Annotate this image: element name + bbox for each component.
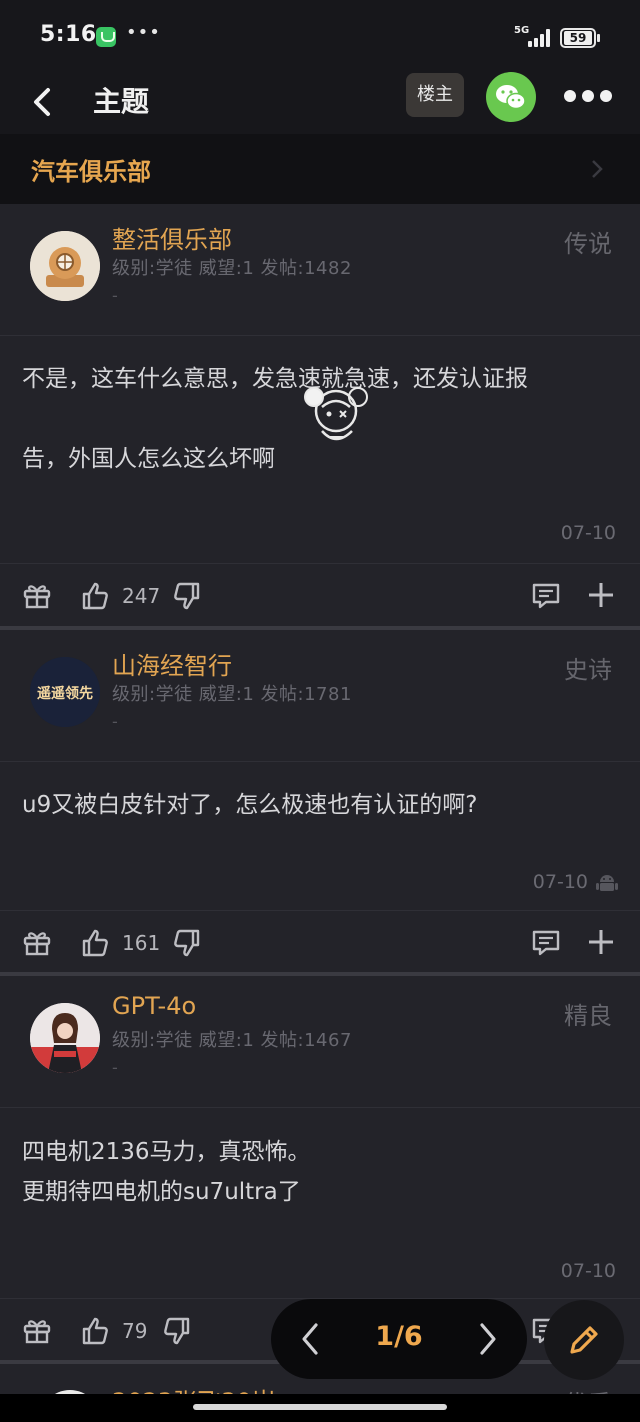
chevron-right-icon <box>592 160 603 178</box>
post-date: 07-10 <box>560 522 616 544</box>
avatar[interactable] <box>30 231 100 301</box>
home-indicator[interactable] <box>193 1404 447 1410</box>
post-header: 遥遥领先 山海经智行 级别:学徒 威望:1 发帖:1781 - 史诗 <box>0 630 640 762</box>
status-time: 5:16 <box>40 22 97 47</box>
thumb-down-icon[interactable] <box>170 580 202 612</box>
compose-reply-button[interactable] <box>544 1300 624 1380</box>
avatar[interactable] <box>30 1003 100 1073</box>
post-line: 更期待四电机的su7ultra了 <box>22 1179 301 1205</box>
post-line: u9又被白皮针对了，怎么极速也有认证的啊? <box>22 792 478 818</box>
wechat-share-button[interactable] <box>486 72 536 122</box>
gift-icon[interactable] <box>22 927 52 957</box>
comment-icon[interactable] <box>530 580 562 612</box>
club-bar[interactable]: 汽车俱乐部 <box>0 134 640 204</box>
sticker-image <box>304 387 368 441</box>
pagination-control: 1/6 <box>271 1299 527 1379</box>
rank-badge: 精良 <box>564 1002 612 1030</box>
user-info: 级别:学徒 威望:1 发帖:1781 <box>112 684 352 705</box>
battery-icon: 59 <box>560 28 600 48</box>
thumb-down-icon[interactable] <box>170 927 202 959</box>
only-owner-button[interactable]: 楼主 <box>406 73 464 117</box>
post-line: 不是，这车什么意思，发急速就急速，还发认证报 <box>22 366 528 392</box>
avatar-image: 遥遥领先 <box>30 657 100 727</box>
post-item: 整活俱乐部 级别:学徒 威望:1 发帖:1482 - 传说 不是，这车什么意思，… <box>0 204 640 626</box>
gift-icon[interactable] <box>22 580 52 610</box>
post-actions: 247 <box>0 563 640 625</box>
plus-icon[interactable] <box>586 580 616 610</box>
username[interactable]: 整活俱乐部 <box>112 220 232 255</box>
post-item: 遥遥领先 山海经智行 级别:学徒 威望:1 发帖:1781 - 史诗 u9又被白… <box>0 630 640 972</box>
user-info: 级别:学徒 威望:1 发帖:1482 <box>112 258 352 279</box>
user-signature: - <box>112 1058 118 1077</box>
comment-icon[interactable] <box>530 927 562 959</box>
gift-icon[interactable] <box>22 1315 52 1345</box>
rank-badge: 史诗 <box>564 656 612 684</box>
like-count: 79 <box>122 1319 148 1343</box>
post-date: 07-10 <box>532 871 588 893</box>
back-icon[interactable] <box>28 82 56 122</box>
post-actions: 161 <box>0 910 640 972</box>
more-notifications-icon: ••• <box>126 22 161 43</box>
club-name: 汽车俱乐部 <box>31 158 151 186</box>
wechat-icon <box>496 85 526 110</box>
like-count: 247 <box>122 584 161 608</box>
avatar[interactable]: 遥遥领先 <box>30 657 100 727</box>
rank-badge: 传说 <box>564 230 612 258</box>
post-line: 四电机2136马力，真恐怖。 <box>22 1139 311 1165</box>
post-header: GPT-4o 级别:学徒 威望:1 发帖:1467 - 精良 <box>0 976 640 1108</box>
thumb-up-icon[interactable] <box>80 927 112 959</box>
android-icon <box>596 875 618 891</box>
avatar-image <box>30 1003 100 1073</box>
username[interactable]: GPT-4o <box>112 992 196 1020</box>
plus-icon[interactable] <box>586 927 616 957</box>
username[interactable]: 山海经智行 <box>112 646 232 681</box>
pencil-icon <box>570 1326 598 1354</box>
battery-level: 59 <box>564 31 592 45</box>
post-content: u9又被白皮针对了，怎么极速也有认证的啊? <box>22 785 477 825</box>
user-signature: - <box>112 286 118 305</box>
chevron-right-icon[interactable] <box>477 1321 499 1357</box>
post-content: 不是，这车什么意思，发急速就急速，还发认证报 告，外国人怎么这么坏啊 <box>22 359 528 479</box>
post-header: 整活俱乐部 级别:学徒 威望:1 发帖:1482 - 传说 <box>0 204 640 336</box>
status-bar: 5:16 ••• 5G 59 <box>0 0 640 72</box>
avatar-text: 遥遥领先 <box>37 685 93 702</box>
page-title: 主题 <box>93 85 150 118</box>
post-line: 告，外国人怎么这么坏啊 <box>22 446 275 472</box>
thumb-down-icon[interactable] <box>160 1315 192 1347</box>
user-signature: - <box>112 712 118 731</box>
signal-icon <box>528 29 552 47</box>
network-type: 5G <box>514 25 530 36</box>
app-notification-icon <box>96 27 116 47</box>
thumb-up-icon[interactable] <box>80 580 112 612</box>
diving-helmet-icon <box>30 231 100 301</box>
user-info: 级别:学徒 威望:1 发帖:1467 <box>112 1030 352 1051</box>
post-content: 四电机2136马力，真恐怖。 更期待四电机的su7ultra了 <box>22 1132 311 1212</box>
more-icon[interactable] <box>560 80 616 110</box>
top-nav-bar: 主题 楼主 <box>0 72 640 134</box>
thumb-up-icon[interactable] <box>80 1315 112 1347</box>
post-date: 07-10 <box>560 1260 616 1282</box>
like-count: 161 <box>122 931 161 955</box>
